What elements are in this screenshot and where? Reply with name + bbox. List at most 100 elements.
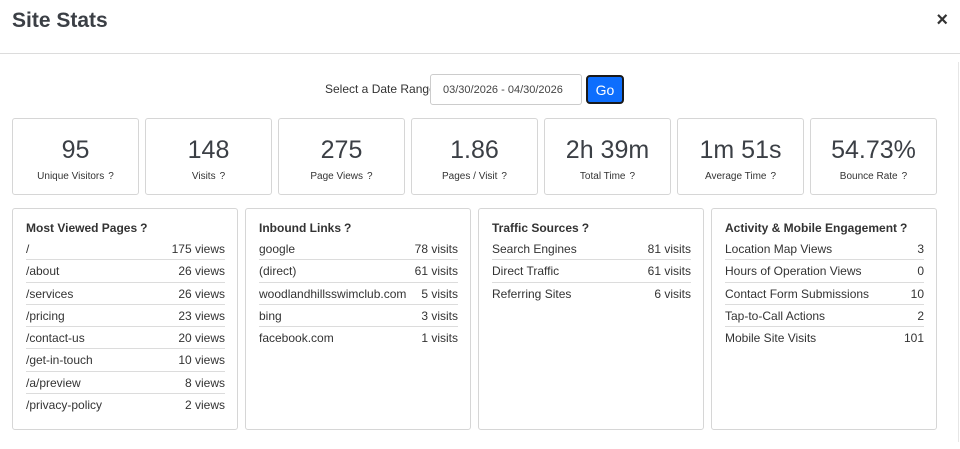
- stat-card-pages-per-visit: 1.86 Pages / Visit?: [411, 118, 538, 195]
- list-item: Referring Sites 6 visits: [492, 283, 691, 305]
- list-item: / 175 views: [26, 238, 225, 261]
- row-name: (direct): [259, 264, 297, 279]
- list-item: Direct Traffic 61 visits: [492, 260, 691, 283]
- list-item: /about 26 views: [26, 260, 225, 283]
- row-value: 81 visits: [647, 242, 691, 256]
- row-name: Referring Sites: [492, 286, 572, 301]
- panel-most-viewed-pages: Most Viewed Pages? / 175 views /about 26 v…: [12, 208, 238, 430]
- row-value: 61 visits: [414, 264, 458, 279]
- panel-inbound-links: Inbound Links? google 78 visits (direct) 6…: [245, 208, 471, 430]
- stat-card-total-time: 2h 39m Total Time?: [544, 118, 671, 195]
- row-name: /about: [26, 264, 60, 279]
- row-name: Search Engines: [492, 242, 577, 256]
- row-value: 5 visits: [421, 286, 458, 301]
- panel-activity-mobile-engagement: Activity & Mobile Engagement? Location M…: [711, 208, 937, 430]
- date-range-label: Select a Date Range: [325, 82, 436, 96]
- row-value: 78 visits: [414, 242, 458, 256]
- row-value: 61 visits: [647, 264, 691, 279]
- row-name: Contact Form Submissions: [725, 286, 870, 301]
- stat-value: 148: [187, 136, 230, 164]
- stat-card-average-time: 1m 51s Average Time?: [677, 118, 804, 195]
- stat-label: Page Views?: [310, 171, 373, 182]
- stat-value: 54.73%: [831, 136, 916, 164]
- help-icon[interactable]: ?: [220, 171, 226, 182]
- row-name: Location Map Views: [725, 242, 833, 256]
- list-item: woodlandhillsswimclub.com 5 visits: [259, 283, 458, 305]
- list-item: /services 26 views: [26, 283, 225, 305]
- row-value: 175 views: [171, 242, 225, 256]
- stat-label: Total Time?: [579, 171, 636, 182]
- help-icon[interactable]: ?: [344, 221, 351, 235]
- help-icon[interactable]: ?: [140, 221, 147, 235]
- row-name: /pricing: [26, 308, 65, 323]
- modal-title: Site Stats: [12, 9, 108, 32]
- stats-list: google 78 visits (direct) 61 visits woodla…: [259, 238, 458, 349]
- help-icon[interactable]: ?: [582, 221, 589, 235]
- panel-title: Activity & Mobile Engagement?: [725, 221, 908, 235]
- list-item: /get-in-touch 10 views: [26, 349, 225, 372]
- row-value: 2: [917, 308, 924, 323]
- scrollbar[interactable]: [958, 62, 959, 442]
- list-item: Location Map Views 3: [725, 238, 924, 261]
- go-button[interactable]: Go: [586, 75, 624, 104]
- help-icon[interactable]: ?: [367, 171, 373, 182]
- date-range-input[interactable]: [430, 74, 582, 105]
- panel-traffic-sources: Traffic Sources? Search Engines 81 visits…: [478, 208, 704, 430]
- list-item: Tap-to-Call Actions 2: [725, 305, 924, 328]
- panel-title: Traffic Sources?: [492, 221, 590, 235]
- row-value: 23 views: [178, 308, 225, 323]
- help-icon[interactable]: ?: [770, 171, 776, 182]
- help-icon[interactable]: ?: [108, 171, 114, 182]
- row-name: bing: [259, 308, 282, 323]
- row-value: 8 views: [184, 375, 225, 390]
- list-item: (direct) 61 visits: [259, 260, 458, 283]
- panel-title: Most Viewed Pages?: [26, 221, 148, 235]
- row-name: google: [259, 242, 296, 256]
- row-name: /contact-us: [26, 331, 85, 346]
- stat-label: Pages / Visit?: [442, 171, 507, 182]
- list-item: /pricing 23 views: [26, 305, 225, 328]
- list-item: Contact Form Submissions 10: [725, 283, 924, 305]
- help-icon[interactable]: ?: [900, 221, 907, 235]
- list-item: google 78 visits: [259, 238, 458, 261]
- row-name: Direct Traffic: [492, 264, 560, 279]
- help-icon[interactable]: ?: [630, 171, 636, 182]
- panel-title: Inbound Links?: [259, 221, 352, 235]
- row-value: 26 views: [178, 286, 225, 301]
- list-item: Search Engines 81 visits: [492, 238, 691, 261]
- stat-card-page-views: 275 Page Views?: [278, 118, 405, 195]
- row-name: Tap-to-Call Actions: [725, 308, 826, 323]
- row-name: /a/preview: [26, 375, 81, 390]
- row-name: /: [26, 242, 30, 256]
- stat-label: Visits?: [191, 171, 226, 182]
- row-value: 1 visits: [421, 331, 458, 346]
- help-icon[interactable]: ?: [902, 171, 908, 182]
- row-name: facebook.com: [259, 331, 334, 346]
- help-icon[interactable]: ?: [501, 171, 507, 182]
- row-value: 3: [917, 242, 924, 256]
- row-name: /get-in-touch: [26, 353, 93, 368]
- list-item: /privacy-policy 2 views: [26, 394, 225, 416]
- row-value: 20 views: [178, 331, 225, 346]
- stat-value: 1m 51s: [699, 136, 782, 164]
- stat-value: 95: [61, 136, 90, 164]
- list-item: Hours of Operation Views 0: [725, 260, 924, 283]
- row-value: 6 visits: [654, 286, 691, 301]
- stat-value: 2h 39m: [565, 136, 650, 164]
- row-name: /services: [26, 286, 74, 301]
- row-value: 0: [917, 264, 924, 279]
- date-range-row: Select a Date Range Go: [0, 73, 960, 105]
- row-value: 10: [910, 286, 924, 301]
- stat-card-unique-visitors: 95 Unique Visitors?: [12, 118, 139, 195]
- stat-value: 275: [320, 136, 363, 164]
- row-name: Mobile Site Visits: [725, 331, 817, 346]
- stat-card-bounce-rate: 54.73% Bounce Rate?: [810, 118, 937, 195]
- modal-header: Site Stats ×: [0, 0, 960, 54]
- list-item: /a/preview 8 views: [26, 372, 225, 395]
- row-name: /privacy-policy: [26, 398, 103, 413]
- close-icon[interactable]: ×: [936, 10, 948, 30]
- list-item: /contact-us 20 views: [26, 327, 225, 350]
- stat-label: Bounce Rate?: [839, 171, 908, 182]
- stats-list: Location Map Views 3 Hours of Operation V…: [725, 238, 924, 349]
- stat-label: Unique Visitors?: [37, 171, 114, 182]
